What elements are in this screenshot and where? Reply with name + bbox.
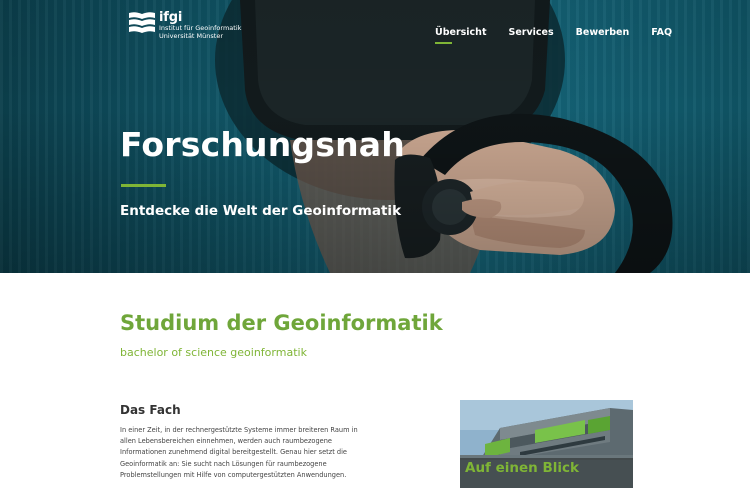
section-title: Studium der Geoinformatik (120, 311, 443, 335)
fach-line: In einer Zeit, in der rechnergestützte S… (120, 426, 358, 434)
section-subtitle: bachelor of science geoinformatik (120, 346, 307, 359)
fach-line: Informationen zunehmend digital bereitge… (120, 448, 347, 457)
nav-item-services[interactable]: Services (509, 27, 554, 38)
hero-divider (121, 184, 166, 187)
hero-title: Forschungsnah (120, 125, 405, 164)
nav-item-uebersicht[interactable]: Übersicht (435, 27, 487, 44)
fach-heading: Das Fach (120, 403, 181, 417)
fach-line: allen Lebensbereichen einnehmen, werden … (120, 437, 332, 446)
ifgi-book-logo-icon (129, 12, 155, 33)
fach-line: Geoinformatik an: Sie sucht nach Lösunge… (120, 459, 327, 468)
nav-item-bewerben[interactable]: Bewerben (576, 27, 630, 38)
hero-banner: ifgi Institut für Geoinformatik Universi… (0, 0, 750, 273)
logo-subtitle-line2: Universität Münster (159, 31, 223, 40)
nav-item-faq[interactable]: FAQ (651, 27, 672, 38)
logo-name: ifgi (159, 10, 183, 25)
main-navigation: Übersicht Services Bewerben FAQ (435, 27, 694, 44)
fach-description: In einer Zeit, in der rechnergestützte S… (120, 425, 370, 481)
auf-einen-blick-card[interactable]: Auf einen Blick (460, 400, 633, 488)
fach-line: Problemstellungen mit Hilfe von computer… (120, 470, 347, 479)
card-title: Auf einen Blick (460, 458, 633, 488)
hero-subtitle: Entdecke die Welt der Geoinformatik (120, 203, 402, 219)
site-logo[interactable]: ifgi Institut für Geoinformatik Universi… (128, 11, 241, 40)
